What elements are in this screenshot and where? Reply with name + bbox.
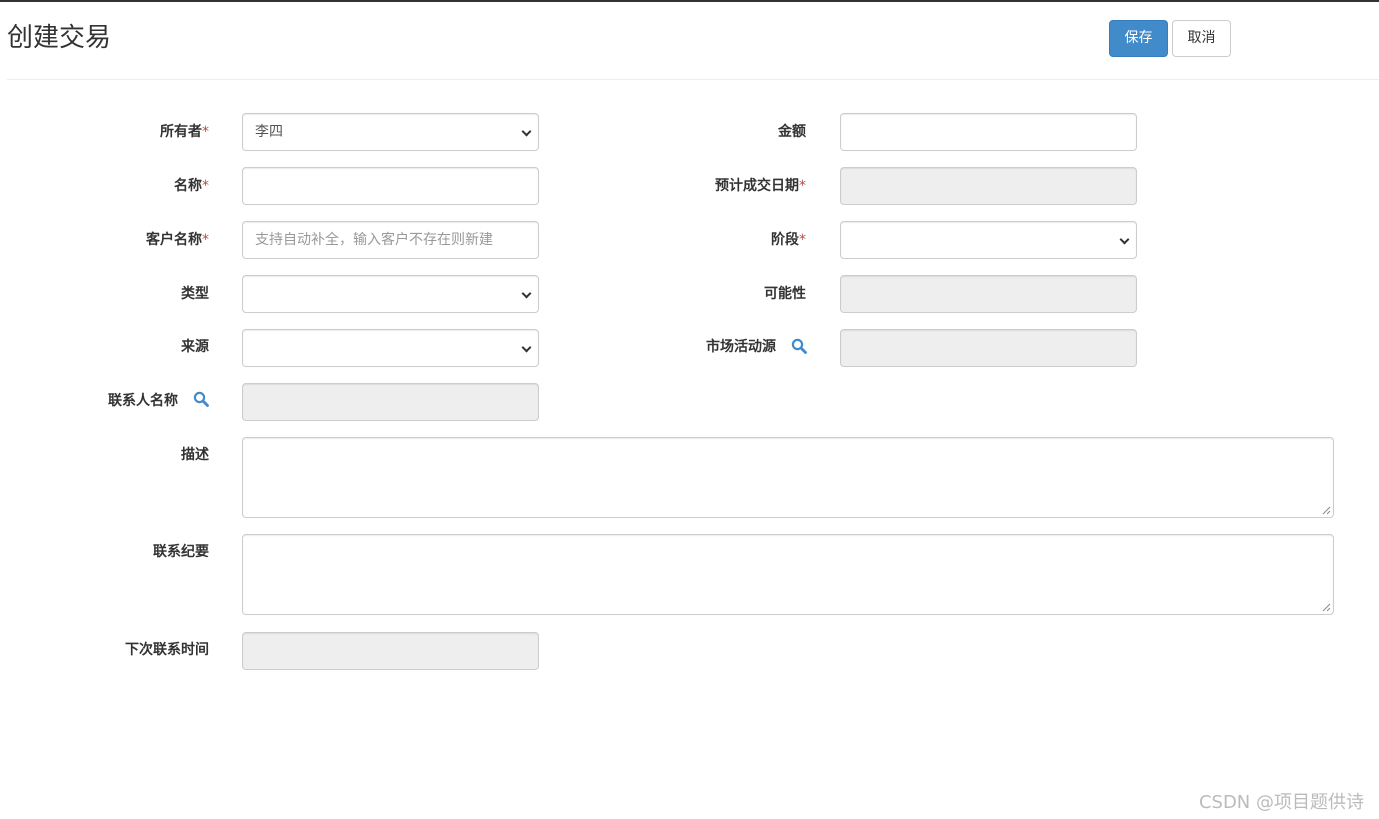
- top-border: [0, 0, 1379, 2]
- header-divider: [7, 79, 1379, 80]
- type-label: 类型: [181, 286, 209, 302]
- required-marker: *: [202, 232, 209, 248]
- chevron-down-icon: [521, 288, 532, 299]
- resize-grip-icon[interactable]: [1322, 603, 1331, 612]
- search-icon[interactable]: [791, 338, 807, 354]
- required-marker: *: [202, 124, 209, 140]
- owner-label: 所有者*: [160, 124, 209, 140]
- expected-close-date-input[interactable]: [840, 167, 1137, 205]
- owner-select[interactable]: 李四: [242, 113, 539, 151]
- required-marker: *: [799, 178, 806, 194]
- owner-select-value: 李四: [255, 124, 283, 140]
- required-marker: *: [202, 178, 209, 194]
- campaign-source-label: 市场活动源: [706, 339, 776, 355]
- save-button[interactable]: 保存: [1109, 20, 1168, 57]
- chevron-down-icon: [1119, 234, 1130, 245]
- stage-label: 阶段*: [771, 232, 806, 248]
- cancel-button[interactable]: 取消: [1172, 20, 1231, 57]
- contact-name-input[interactable]: [242, 383, 539, 421]
- page-title: 创建交易: [7, 23, 112, 53]
- chevron-down-icon: [521, 126, 532, 137]
- probability-label: 可能性: [764, 286, 806, 302]
- expected-close-date-label: 预计成交日期*: [715, 178, 806, 194]
- customer-name-input[interactable]: 支持自动补全，输入客户不存在则新建: [242, 221, 539, 259]
- description-textarea[interactable]: [242, 437, 1334, 518]
- amount-input[interactable]: [840, 113, 1137, 151]
- description-label: 描述: [181, 447, 209, 463]
- customer-name-label: 客户名称*: [146, 232, 209, 248]
- watermark: CSDN @项目题供诗: [1198, 792, 1364, 813]
- campaign-source-input[interactable]: [840, 329, 1137, 367]
- search-icon[interactable]: [193, 391, 209, 407]
- contact-name-label: 联系人名称: [108, 393, 178, 409]
- source-label: 来源: [181, 339, 209, 355]
- type-select[interactable]: [242, 275, 539, 313]
- name-label: 名称*: [174, 178, 209, 194]
- contact-summary-textarea[interactable]: [242, 534, 1334, 615]
- amount-label: 金额: [778, 124, 806, 140]
- resize-grip-icon[interactable]: [1322, 506, 1331, 515]
- contact-summary-label: 联系纪要: [153, 544, 209, 560]
- next-contact-time-input[interactable]: [242, 632, 539, 670]
- name-input[interactable]: [242, 167, 539, 205]
- source-select[interactable]: [242, 329, 539, 367]
- chevron-down-icon: [521, 342, 532, 353]
- probability-input[interactable]: [840, 275, 1137, 313]
- required-marker: *: [799, 232, 806, 248]
- next-contact-time-label: 下次联系时间: [125, 642, 209, 658]
- stage-select[interactable]: [840, 221, 1137, 259]
